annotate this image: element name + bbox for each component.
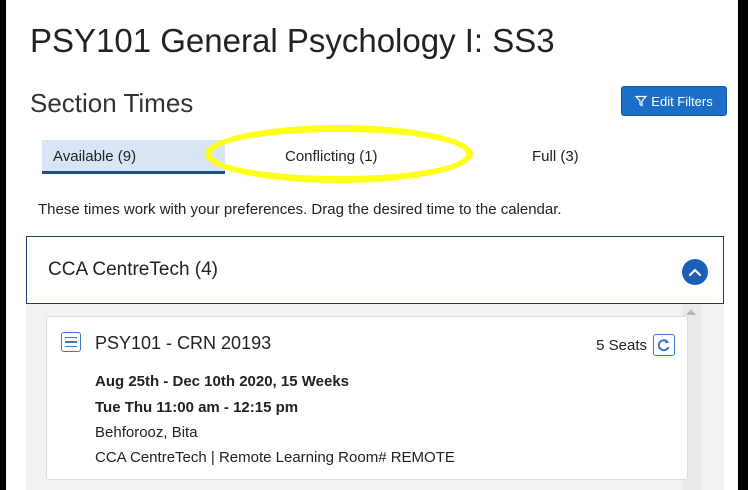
scroll-up-arrow-icon[interactable] — [686, 309, 696, 315]
campus-group-header[interactable]: CCA CentreTech (4) — [26, 236, 724, 304]
edit-filters-label: Edit Filters — [651, 93, 713, 109]
section-location: CCA CentreTech | Remote Learning Room# R… — [95, 449, 455, 466]
campus-group-label: CCA CentreTech (4) — [48, 259, 219, 280]
section-meeting-time: Tue Thu 11:00 am - 12:15 pm — [95, 399, 299, 416]
section-dates: Aug 25th - Dec 10th 2020, 15 Weeks — [95, 373, 350, 390]
section-times-panel: PSY101 General Psychology I: SS3 Section… — [6, 0, 738, 490]
section-crn-title: PSY101 - CRN 20193 — [95, 333, 272, 353]
tab-full[interactable]: Full (3) — [532, 140, 652, 174]
course-title: PSY101 General Psychology I: SS3 — [30, 22, 555, 59]
section-tabs: Available (9) Conflicting (1) Full (3) — [42, 140, 702, 174]
edit-filters-button[interactable]: Edit Filters — [621, 86, 727, 116]
seats-count: 5 Seats — [596, 337, 647, 354]
section-times-heading: Section Times — [30, 88, 194, 118]
preferences-info-text: These times work with your preferences. … — [38, 201, 562, 218]
section-card[interactable]: PSY101 - CRN 20193 5 Seats Aug 25th - De… — [46, 316, 688, 480]
section-instructor: Behforooz, Bita — [95, 424, 198, 441]
tab-available[interactable]: Available (9) — [42, 140, 225, 174]
refresh-icon — [657, 339, 670, 352]
filter-icon — [635, 95, 648, 107]
collapse-button[interactable] — [682, 259, 708, 285]
chevron-up-icon — [688, 268, 702, 277]
drag-handle-icon[interactable] — [61, 332, 81, 352]
refresh-seats-button[interactable] — [653, 334, 675, 356]
tab-conflicting[interactable]: Conflicting (1) — [285, 140, 445, 174]
